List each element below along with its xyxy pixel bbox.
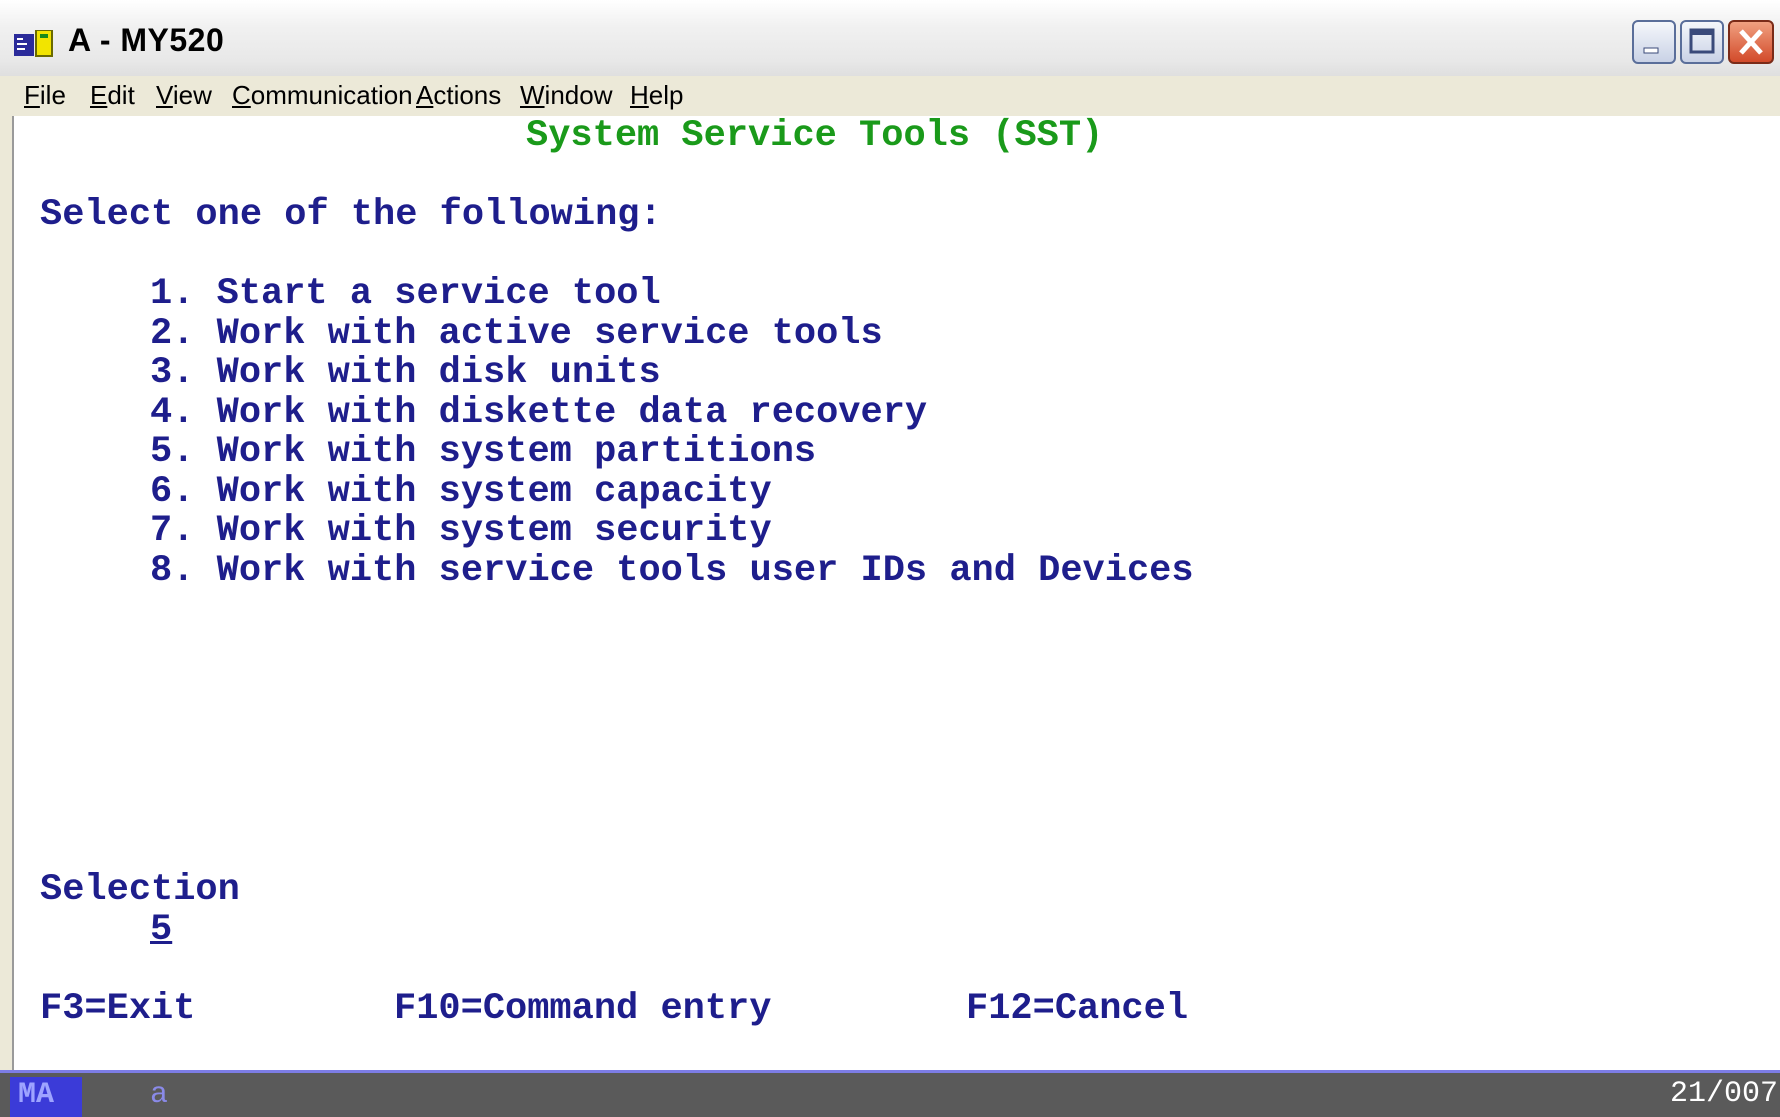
terminal-screen[interactable]: System Service Tools (SST) Select one of…	[12, 116, 1780, 1070]
menu-edit[interactable]: Edit	[90, 80, 135, 111]
menu-communication[interactable]: Communication	[232, 80, 413, 111]
menu-option: 5. Work with system partitions	[150, 431, 817, 473]
menu-actions[interactable]: Actions	[416, 80, 501, 111]
terminal-app-icon	[14, 30, 53, 57]
f10-command-entry-key[interactable]: F10=Command entry	[394, 989, 771, 1029]
menu-file-mnemonic: F	[24, 80, 40, 110]
menu-edit-mnemonic: E	[90, 80, 108, 110]
maximize-button[interactable]	[1680, 20, 1724, 64]
minimize-button[interactable]	[1632, 20, 1676, 64]
selection-label: Selection	[40, 869, 240, 911]
menu-view-label: iew	[172, 80, 212, 110]
window-title: A - MY520	[68, 22, 225, 58]
emulator-window: A - MY520 File Edit View Communication A…	[0, 0, 1780, 1117]
menu-window-mnemonic: W	[520, 80, 545, 110]
menu-help[interactable]: Help	[630, 80, 683, 111]
menu-file-label: ile	[39, 80, 66, 110]
menu-option: 8. Work with service tools user IDs and …	[150, 550, 1194, 592]
menu-edit-label: dit	[107, 80, 135, 110]
menu-option: 6. Work with system capacity	[150, 471, 772, 513]
menu-communication-label: ommunication	[250, 80, 413, 110]
selection-prompt: Select one of the following:	[40, 194, 662, 236]
f3-exit-key[interactable]: F3=Exit	[40, 989, 195, 1029]
menu-option: 2. Work with active service tools	[150, 313, 883, 355]
selection-input[interactable]: 5	[150, 910, 176, 950]
menu-actions-mnemonic: A	[416, 80, 434, 110]
cursor-position: 21/007	[1669, 1077, 1778, 1111]
menu-help-label: elp	[648, 80, 684, 110]
close-button[interactable]	[1728, 20, 1774, 64]
menu-view[interactable]: View	[156, 80, 212, 111]
status-indicator: a	[150, 1078, 169, 1112]
menu-window-label: indow	[544, 80, 613, 110]
menu-option: 7. Work with system security	[150, 510, 772, 552]
menu-option: 3. Work with disk units	[150, 352, 661, 394]
f12-cancel-key[interactable]: F12=Cancel	[966, 989, 1188, 1029]
title-bar[interactable]: A - MY520	[0, 0, 1780, 88]
close-icon	[1739, 29, 1763, 55]
screen-title: System Service Tools (SST)	[526, 115, 1104, 157]
status-bar: MA a 21/007	[0, 1070, 1780, 1117]
menu-bar: File Edit View Communication Actions Win…	[0, 76, 1780, 116]
menu-file[interactable]: File	[24, 80, 66, 111]
mode-indicator: MA	[10, 1077, 82, 1117]
menu-window[interactable]: Window	[520, 80, 612, 111]
menu-help-mnemonic: H	[630, 80, 649, 110]
menu-actions-label: ctions	[433, 80, 502, 110]
menu-view-mnemonic: V	[156, 80, 173, 110]
maximize-icon	[1689, 28, 1715, 54]
menu-option: 4. Work with diskette data recovery	[150, 392, 928, 434]
menu-communication-mnemonic: C	[232, 80, 251, 110]
minimize-icon	[1643, 47, 1659, 54]
menu-option: 1. Start a service tool	[150, 273, 661, 315]
